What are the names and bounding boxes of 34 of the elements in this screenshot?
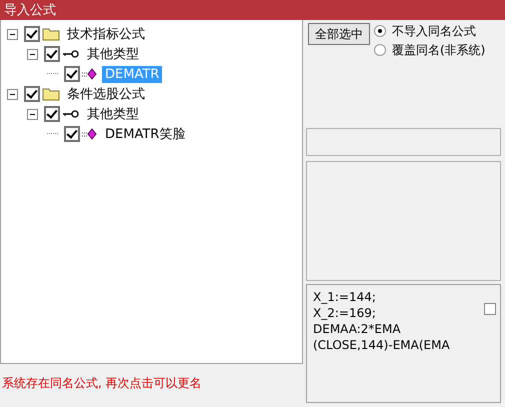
- folder-icon: [42, 87, 60, 101]
- key-icon: [62, 49, 80, 59]
- checkbox[interactable]: [44, 46, 60, 62]
- collapse-toggle-icon[interactable]: [27, 108, 38, 120]
- radio-button[interactable]: [374, 25, 386, 37]
- tree-item[interactable]: DEMATR笑脸: [102, 124, 188, 144]
- collapse-toggle-icon[interactable]: [27, 48, 38, 60]
- tree-item[interactable]: 其他类型: [84, 104, 142, 124]
- checkbox[interactable]: [484, 303, 496, 315]
- key-icon: [62, 109, 80, 119]
- tree-item[interactable]: 其他类型: [84, 44, 142, 64]
- input-field[interactable]: [306, 128, 501, 156]
- tree-item[interactable]: 技术指标公式: [64, 24, 148, 44]
- option-label[interactable]: 不导入同名公式: [392, 22, 476, 40]
- collapse-toggle-icon[interactable]: [7, 88, 18, 100]
- checkbox[interactable]: [24, 26, 40, 42]
- radio-button[interactable]: [374, 44, 386, 56]
- code-line: (CLOSE,144)-EMA(EMA: [313, 337, 451, 353]
- code-line: X_1:=144;: [313, 289, 377, 305]
- code-line: DEMAA:2*EMA: [313, 321, 402, 337]
- code-line: X_2:=169;: [313, 305, 377, 321]
- folder-icon: [42, 27, 60, 41]
- option-label[interactable]: 覆盖同名(非系统): [392, 42, 486, 58]
- collapse-toggle-icon[interactable]: [7, 28, 18, 40]
- checkbox[interactable]: [44, 106, 60, 122]
- checkbox[interactable]: [64, 126, 80, 142]
- diamond-icon: [82, 128, 98, 140]
- tree-item[interactable]: 条件选股公式: [64, 84, 148, 104]
- diamond-icon: [82, 68, 98, 80]
- window-title: 导入公式: [4, 2, 56, 19]
- checkbox[interactable]: [24, 86, 40, 102]
- status-message: 系统存在同名公式, 再次点击可以更名: [1, 375, 203, 392]
- select-all-button[interactable]: 全部选中: [308, 23, 370, 45]
- checkbox[interactable]: [64, 66, 80, 82]
